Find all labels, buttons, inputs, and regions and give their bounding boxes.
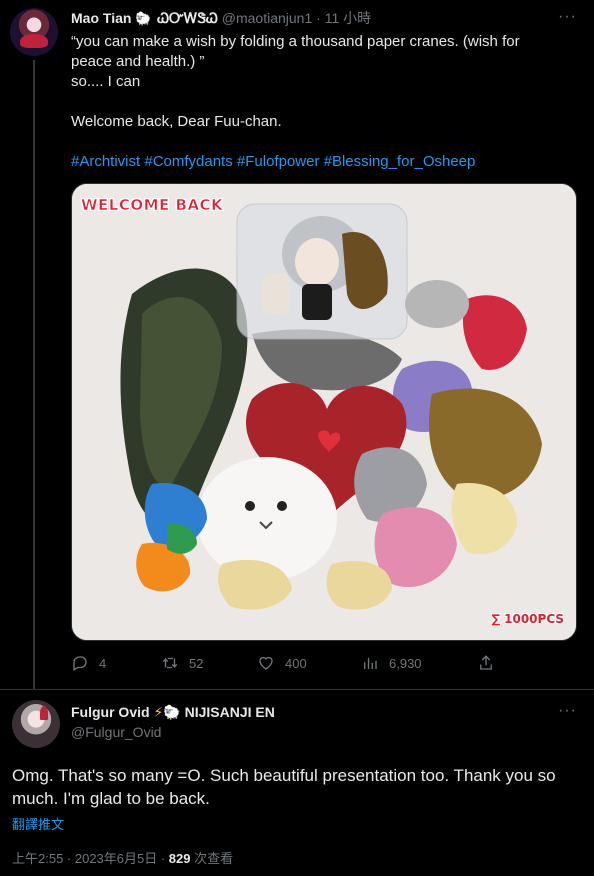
reply-icon <box>73 656 87 671</box>
tweet-meta: 上午2:55 · 2023年6月5日 · 829 次查看 <box>12 848 233 867</box>
avatar[interactable] <box>10 8 58 56</box>
tweet-line-blank <box>71 92 571 112</box>
views-count: 6,930 <box>389 655 422 671</box>
tweet-line: so.... I can <box>71 73 141 90</box>
tweet-header: Mao Tian 🐑 ᏇᏅᎳᏕᏇ @maotianjun1 · 11 小時 <box>71 10 371 27</box>
views-label: 次查看 <box>190 851 234 866</box>
tweet-line-blank <box>71 132 571 152</box>
retweet-icon <box>162 657 178 669</box>
paper-cranes-photo <box>72 184 576 640</box>
heart-icon <box>259 656 273 670</box>
display-name-suffix: ᏇᏅᎳᏕᏇ <box>157 10 218 26</box>
tweet-line: Welcome back, Dear Fuu-chan. <box>71 113 282 130</box>
dot-separator: · <box>316 10 321 26</box>
thread-connector-line <box>33 60 35 690</box>
views-button[interactable]: 6,930 <box>361 654 422 672</box>
handle[interactable]: @maotianjun1 <box>222 10 313 26</box>
retweet-count: 52 <box>189 655 204 671</box>
reply-count: 4 <box>99 655 107 671</box>
image-count-text: ∑ 1000PCS <box>491 612 564 626</box>
views-icon <box>364 657 377 669</box>
timestamp[interactable]: 上午2:55 · 2023年6月5日 · <box>12 851 169 866</box>
display-name[interactable]: Mao Tian <box>71 10 131 26</box>
like-count: 400 <box>285 655 307 671</box>
original-tweet[interactable]: Mao Tian 🐑 ᏇᏅᎳᏕᏇ @maotianjun1 · 11 小時 ··… <box>0 0 594 690</box>
lightning-emoji-icon: ⚡ <box>153 704 164 720</box>
like-button[interactable]: 400 <box>257 654 307 672</box>
retweet-button[interactable]: 52 <box>161 654 203 672</box>
handle[interactable]: @Fulgur_Ovid <box>71 724 161 740</box>
tweet-line: peace and health.) ” <box>71 53 205 70</box>
translate-tweet-link[interactable]: 翻譯推文 <box>12 814 64 833</box>
sheep-emoji-icon: 🐑 <box>135 11 152 26</box>
hashtags[interactable]: #Archtivist #Comfydants #Fulofpower #Ble… <box>71 152 571 172</box>
reply-text: Omg. That's so many =O. Such beautiful p… <box>12 766 556 808</box>
tweet-line: “you can make a wish by folding a thousa… <box>71 33 520 50</box>
tweet-header: Fulgur Ovid ⚡🐑 NIJISANJI EN <box>71 704 275 721</box>
sheep-emoji-icon: 🐑 <box>163 704 181 720</box>
avatar[interactable] <box>12 700 60 748</box>
tweet-actions: 4 52 400 6,930 <box>71 654 501 674</box>
reply-button[interactable]: 4 <box>71 654 106 672</box>
views-count: 829 <box>168 851 191 866</box>
more-icon[interactable]: ··· <box>558 8 577 26</box>
display-name[interactable]: Fulgur Ovid <box>71 704 150 720</box>
reply-tweet[interactable]: Fulgur Ovid ⚡🐑 NIJISANJI EN @Fulgur_Ovid… <box>0 690 594 876</box>
tweet-text: “you can make a wish by folding a thousa… <box>71 32 571 172</box>
share-button[interactable] <box>477 654 495 672</box>
affiliation-badge[interactable]: NIJISANJI EN <box>185 704 275 720</box>
share-icon <box>480 655 492 670</box>
timestamp[interactable]: 11 小時 <box>325 10 371 26</box>
tweet-photo[interactable]: WELCOME BACK ∑ 1000PCS <box>71 183 577 641</box>
image-banner-text: WELCOME BACK <box>81 196 224 215</box>
more-icon[interactable]: ··· <box>558 702 577 720</box>
